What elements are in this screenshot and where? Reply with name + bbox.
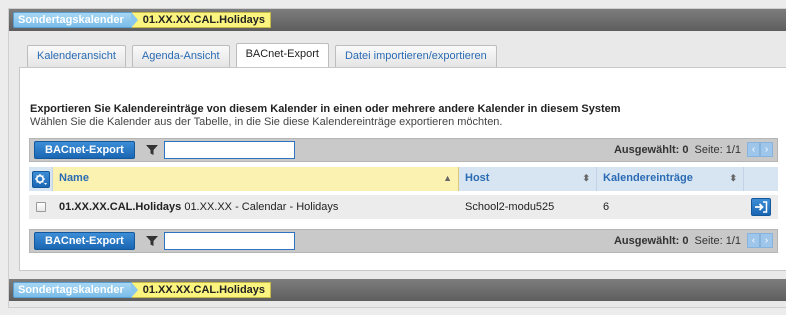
column-header-name[interactable]: Name ▲ xyxy=(53,167,459,191)
calendar-window: Sondertagskalender 01.XX.XX.CAL.Holidays… xyxy=(8,8,786,308)
next-page-button[interactable]: › xyxy=(760,233,773,248)
gear-dropdown-icon[interactable] xyxy=(31,170,50,188)
export-arrow-icon[interactable] xyxy=(751,198,771,216)
tab-datei-import-export[interactable]: Datei importieren/exportieren xyxy=(334,45,497,67)
sort-asc-icon: ▲ xyxy=(443,173,452,183)
sort-icon: ⬍ xyxy=(582,173,590,183)
table-row[interactable]: 01.XX.XX.CAL.Holidays 01.XX.XX - Calenda… xyxy=(29,195,778,219)
table-toolbar-bottom: BACnet-Export Ausgewählt: 0 Seite: 1/1 ‹… xyxy=(29,229,778,253)
page-indicator: Seite: 1/1 xyxy=(694,143,741,156)
column-settings-button[interactable] xyxy=(29,167,53,191)
row-export-button[interactable] xyxy=(744,198,778,216)
filter-icon[interactable] xyxy=(144,233,160,249)
panel-subheading: Wählen Sie die Kalender aus der Tabelle,… xyxy=(30,116,503,128)
bacnet-export-button[interactable]: BACnet-Export xyxy=(34,232,135,250)
table-header: Name ▲ Host ⬍ Kalendereinträge ⬍ xyxy=(29,167,778,191)
prev-page-button[interactable]: ‹ xyxy=(747,142,760,157)
prev-page-button[interactable]: ‹ xyxy=(747,233,760,248)
breadcrumb-root[interactable]: Sondertagskalender xyxy=(13,12,138,28)
tab-bacnet-export[interactable]: BACnet-Export xyxy=(235,43,329,67)
column-header-host[interactable]: Host ⬍ xyxy=(459,167,597,191)
row-name: 01.XX.XX.CAL.Holidays 01.XX.XX - Calenda… xyxy=(59,201,339,213)
filter-input[interactable] xyxy=(163,232,295,250)
breadcrumb-bottom: Sondertagskalender 01.XX.XX.CAL.Holidays xyxy=(9,279,786,301)
bacnet-export-panel: Exportieren Sie Kalendereinträge von die… xyxy=(19,67,786,271)
column-header-actions xyxy=(744,167,778,191)
breadcrumb-root[interactable]: Sondertagskalender xyxy=(13,282,138,298)
filter-input[interactable] xyxy=(163,141,295,159)
selected-count: Ausgewählt: 0 xyxy=(613,234,689,247)
breadcrumb-current[interactable]: 01.XX.XX.CAL.Holidays xyxy=(128,282,272,298)
selected-count: Ausgewählt: 0 xyxy=(613,143,689,156)
panel-heading: Exportieren Sie Kalendereinträge von die… xyxy=(30,103,621,115)
column-header-entries[interactable]: Kalendereinträge ⬍ xyxy=(597,167,744,191)
breadcrumb: Sondertagskalender 01.XX.XX.CAL.Holidays xyxy=(9,9,786,31)
page-indicator: Seite: 1/1 xyxy=(694,234,741,247)
tab-kalenderansicht[interactable]: Kalenderansicht xyxy=(27,45,126,67)
tab-bar: Kalenderansicht Agenda-Ansicht BACnet-Ex… xyxy=(27,43,503,67)
bacnet-export-button[interactable]: BACnet-Export xyxy=(34,141,135,159)
breadcrumb-current[interactable]: 01.XX.XX.CAL.Holidays xyxy=(128,12,272,28)
row-host: School2-modu525 xyxy=(465,201,555,213)
row-checkbox[interactable] xyxy=(29,202,53,212)
sort-icon: ⬍ xyxy=(729,173,737,183)
row-entries: 6 xyxy=(603,201,610,213)
filter-icon[interactable] xyxy=(144,142,160,158)
table-toolbar-top: BACnet-Export Ausgewählt: 0 Seite: 1/1 ‹… xyxy=(29,138,778,162)
tab-agenda-ansicht[interactable]: Agenda-Ansicht xyxy=(131,45,230,67)
next-page-button[interactable]: › xyxy=(760,142,773,157)
